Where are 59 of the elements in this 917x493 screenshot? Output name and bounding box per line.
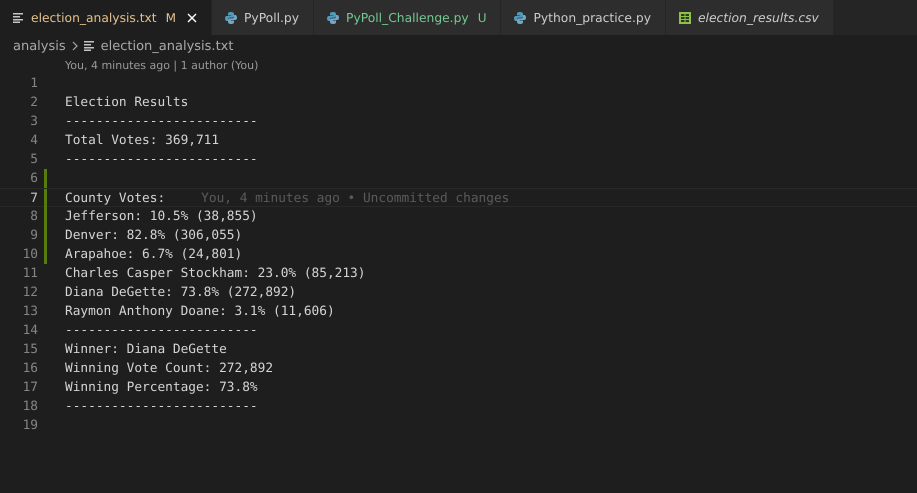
lines-icon bbox=[13, 12, 24, 22]
line-number: 18 bbox=[22, 398, 38, 416]
breadcrumb-file[interactable]: election_analysis.txt bbox=[100, 38, 234, 54]
line-number: 4 bbox=[29, 132, 38, 150]
line-number: 14 bbox=[22, 322, 38, 340]
line-number: 7 bbox=[29, 190, 38, 206]
tab-label: election_analysis.txt bbox=[31, 10, 157, 24]
editor-tab[interactable]: election_analysis.txt M bbox=[0, 0, 212, 35]
python-icon bbox=[514, 12, 526, 24]
tab-label: PyPoll.py bbox=[244, 10, 300, 24]
tab-label: PyPoll_Challenge.py bbox=[346, 10, 469, 24]
code-line: Diana DeGette: 73.8% (272,892) bbox=[65, 284, 296, 302]
code-line: Winning Vote Count: 272,892 bbox=[65, 360, 274, 378]
close-icon[interactable] bbox=[187, 12, 197, 22]
line-number: 12 bbox=[22, 284, 38, 302]
python-icon bbox=[225, 12, 237, 24]
line-number: 3 bbox=[29, 113, 38, 131]
code-line: Arapahoe: 6.7% (24,801) bbox=[65, 246, 242, 264]
line-number: 11 bbox=[22, 265, 38, 283]
tab-label: election_results.csv bbox=[698, 10, 819, 24]
code-line: ------------------------- bbox=[65, 398, 258, 416]
line-number: 19 bbox=[22, 417, 38, 435]
git-status: M bbox=[166, 10, 176, 24]
tab-label: Python_practice.py bbox=[533, 10, 651, 24]
code-line: County Votes: bbox=[65, 190, 166, 206]
editor-tab[interactable]: election_results.csv bbox=[666, 0, 834, 35]
line-number: 5 bbox=[29, 151, 38, 169]
code-line: ------------------------- bbox=[65, 322, 258, 340]
line-number: 15 bbox=[22, 341, 38, 359]
editor-tab[interactable]: PyPoll_Challenge.py U bbox=[314, 0, 502, 35]
code-line: Denver: 82.8% (306,055) bbox=[65, 227, 242, 245]
code-line: Total Votes: 369,711 bbox=[65, 132, 220, 150]
code-line: Winner: Diana DeGette bbox=[65, 341, 227, 359]
chevron-icon bbox=[72, 41, 78, 51]
code-line: Charles Casper Stockham: 23.0% (85,213) bbox=[65, 265, 366, 283]
line-number: 6 bbox=[29, 170, 38, 188]
line-number: 13 bbox=[22, 303, 38, 321]
editor-tab[interactable]: Python_practice.py bbox=[501, 0, 666, 35]
codelens-text[interactable]: You, 4 minutes ago | 1 author (You) bbox=[65, 59, 258, 72]
code-line: Election Results bbox=[65, 94, 188, 112]
line-number: 9 bbox=[29, 227, 38, 245]
code-line: Jefferson: 10.5% (38,855) bbox=[65, 208, 258, 226]
blame-annotation: You, 4 minutes ago • Uncommitted changes bbox=[201, 190, 510, 206]
line-number: 2 bbox=[29, 94, 38, 112]
git-status: U bbox=[478, 10, 486, 24]
lines-icon bbox=[84, 41, 95, 51]
table-icon bbox=[678, 12, 691, 24]
line-number: 1 bbox=[29, 75, 38, 93]
line-number: 8 bbox=[29, 208, 38, 226]
line-number: 10 bbox=[22, 246, 38, 264]
line-number: 16 bbox=[22, 360, 38, 378]
python-icon bbox=[327, 12, 340, 24]
code-line: Raymon Anthony Doane: 3.1% (11,606) bbox=[65, 303, 335, 321]
breadcrumb-folder[interactable]: analysis bbox=[13, 38, 66, 54]
code-line: ------------------------- bbox=[65, 151, 258, 169]
code-line: Winning Percentage: 73.8% bbox=[65, 379, 258, 397]
editor-tab[interactable]: PyPoll.py bbox=[212, 0, 314, 35]
code-line: ------------------------- bbox=[65, 113, 258, 131]
line-number: 17 bbox=[22, 379, 38, 397]
